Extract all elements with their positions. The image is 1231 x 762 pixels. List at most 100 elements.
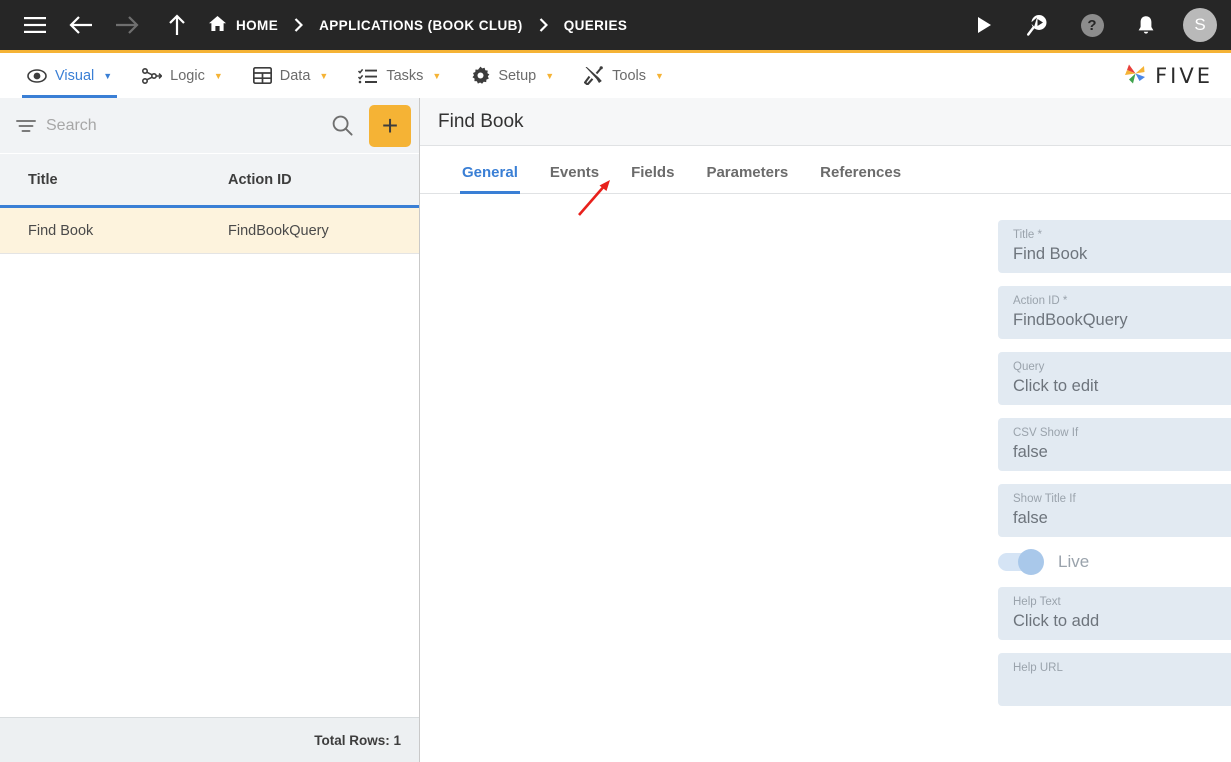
table-row[interactable]: Find Book FindBookQuery	[0, 208, 419, 254]
menu-label-visual: Visual	[55, 67, 95, 84]
nav-forward-icon[interactable]	[110, 8, 144, 42]
form-row-query: Query Click to edit ?	[420, 352, 1231, 405]
add-query-button[interactable]: +	[369, 104, 411, 147]
form-row-show-title-if: Show Title If false ?	[420, 484, 1231, 537]
menu-item-tasks[interactable]: Tasks ▼	[343, 53, 456, 98]
breadcrumb-item-queries[interactable]: QUERIES	[564, 18, 628, 33]
chevron-right-icon	[294, 18, 304, 32]
user-avatar[interactable]: S	[1183, 8, 1217, 42]
menu-item-setup[interactable]: Setup ▼	[456, 53, 569, 98]
menu-label-tools: Tools	[612, 67, 646, 84]
chevron-down-icon-visual: ▼	[103, 70, 113, 81]
chevron-down-icon-setup: ▼	[545, 70, 555, 81]
menu-label-logic: Logic	[170, 67, 205, 84]
gear-icon	[471, 66, 490, 85]
chevron-down-icon-tasks: ▼	[432, 70, 442, 81]
logic-nodes-icon	[142, 67, 163, 84]
form-row-live: Live ?	[420, 549, 1231, 575]
search-input[interactable]	[46, 116, 316, 135]
title-field-label: Title *	[1013, 229, 1042, 241]
column-header-title[interactable]: Title	[0, 172, 210, 188]
breadcrumb-item-home[interactable]: HOME	[208, 15, 278, 35]
menu-label-tasks: Tasks	[386, 67, 424, 84]
tab-events[interactable]: Events	[534, 164, 615, 193]
table-grid-icon	[252, 67, 272, 84]
menu-item-logic[interactable]: Logic ▼	[127, 53, 238, 98]
menu-label-setup: Setup	[498, 67, 537, 84]
chevron-right-icon-2	[539, 18, 548, 32]
search-icon[interactable]	[326, 115, 359, 136]
list-table-header: Title Action ID	[0, 154, 419, 208]
form-row-help-url: Help URL ?	[420, 653, 1231, 706]
action-id-field-value: FindBookQuery	[1013, 311, 1128, 329]
help-question-glyph: ?	[1080, 13, 1104, 37]
run-play-icon[interactable]	[967, 8, 1001, 42]
query-field-label: Query	[1013, 361, 1045, 373]
tools-wrench-icon	[584, 66, 604, 85]
tab-fields[interactable]: Fields	[615, 164, 690, 193]
queries-list-panel: + Title Action ID Find Book FindBookQuer…	[0, 98, 420, 762]
nav-up-icon[interactable]	[160, 8, 194, 42]
detail-header: Find Book	[420, 98, 1231, 146]
help-url-field-label: Help URL	[1013, 662, 1063, 674]
five-brand-logo: FIVE	[1123, 53, 1231, 98]
help-url-field-value	[1013, 676, 1231, 698]
csv-show-if-field-label: CSV Show If	[1013, 427, 1079, 439]
breadcrumb-label-home: HOME	[236, 17, 279, 33]
detail-tabs: General Events Fields Parameters Referen…	[420, 146, 1231, 194]
page-title: Find Book	[438, 110, 524, 132]
filter-icon[interactable]	[16, 119, 36, 133]
breadcrumb-item-applications[interactable]: APPLICATIONS (BOOK CLUB)	[319, 18, 523, 33]
form-row-help-text: Help Text Click to add ?	[420, 587, 1231, 640]
live-toggle-wrapper: Live	[998, 549, 1231, 575]
chevron-down-icon-tools: ▼	[655, 70, 664, 81]
hamburger-menu-icon[interactable]	[18, 8, 52, 42]
live-toggle-label: Live	[1058, 552, 1090, 571]
menu-item-data[interactable]: Data ▼	[238, 53, 344, 98]
show-title-if-field[interactable]: Show Title If false	[998, 484, 1231, 537]
breadcrumb: HOME APPLICATIONS (BOOK CLUB) QUERIES	[208, 15, 967, 35]
main-content: + Title Action ID Find Book FindBookQuer…	[0, 98, 1231, 762]
menu-item-visual[interactable]: Visual ▼	[12, 53, 127, 98]
query-field-value: Click to edit	[1013, 377, 1099, 395]
help-text-field-value: Click to add	[1013, 612, 1100, 630]
help-question-icon[interactable]: ?	[1075, 8, 1109, 42]
form-row-title: Title * Find Book ?	[420, 220, 1231, 273]
home-icon	[208, 15, 227, 35]
title-field-value: Find Book	[1013, 245, 1088, 263]
search-run-icon[interactable]	[1021, 8, 1055, 42]
menu-label-data: Data	[279, 67, 311, 84]
form-row-action-id: Action ID * FindBookQuery ?	[420, 286, 1231, 339]
action-id-field-label: Action ID *	[1013, 295, 1068, 307]
notifications-bell-icon[interactable]	[1129, 8, 1163, 42]
tab-references[interactable]: References	[804, 164, 917, 193]
nav-back-icon[interactable]	[64, 8, 98, 42]
column-header-action-id[interactable]: Action ID	[210, 172, 292, 188]
topbar-actions: ? S	[967, 8, 1217, 42]
csv-show-if-field[interactable]: CSV Show If false	[998, 418, 1231, 471]
live-toggle-knob	[1018, 549, 1044, 575]
cell-title: Find Book	[28, 222, 94, 239]
help-url-field[interactable]: Help URL	[998, 653, 1231, 706]
query-field[interactable]: Query Click to edit	[998, 352, 1231, 405]
tab-parameters[interactable]: Parameters	[690, 164, 804, 193]
checklist-icon	[358, 68, 378, 84]
top-navigation-bar: HOME APPLICATIONS (BOOK CLUB) QUERIES ? …	[0, 0, 1231, 50]
total-rows-footer: Total Rows: 1	[0, 717, 419, 762]
show-title-if-field-label: Show Title If	[1013, 493, 1076, 505]
action-id-field[interactable]: Action ID * FindBookQuery	[998, 286, 1231, 339]
live-toggle[interactable]	[998, 549, 1044, 575]
tab-general[interactable]: General	[446, 164, 534, 194]
title-field[interactable]: Title * Find Book	[998, 220, 1231, 273]
show-title-if-field-value: false	[1013, 509, 1048, 527]
search-toolbar: +	[0, 98, 419, 154]
cell-action-id: FindBookQuery	[228, 222, 329, 239]
menu-item-tools[interactable]: Tools ▼	[569, 53, 679, 98]
breadcrumb-label-queries: QUERIES	[563, 17, 628, 33]
five-pinwheel-icon	[1123, 61, 1148, 91]
help-text-field-label: Help Text	[1013, 596, 1061, 608]
form-row-csv-show-if: CSV Show If false ?	[420, 418, 1231, 471]
help-text-field[interactable]: Help Text Click to add	[998, 587, 1231, 640]
chevron-down-icon-data: ▼	[319, 70, 329, 81]
list-table-body: Find Book FindBookQuery	[0, 208, 419, 717]
